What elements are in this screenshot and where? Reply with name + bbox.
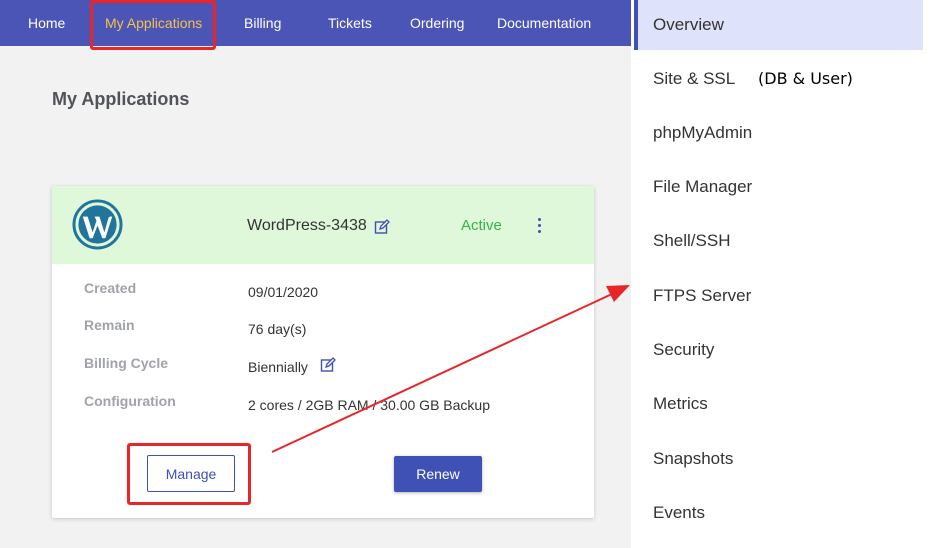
manage-side-menu: Overview Site & SSL phpMyAdmin File Mana… (634, 0, 923, 548)
page-title: My Applications (52, 89, 190, 109)
renew-button[interactable]: Renew (394, 456, 482, 492)
application-card: WordPress-3438 Active Created 09/01/2020… (52, 186, 594, 518)
nav-ordering[interactable]: Ordering (410, 15, 464, 31)
remain-value: 76 day(s) (248, 321, 307, 337)
menu-item-security[interactable]: Security (634, 325, 923, 375)
status-badge: Active (461, 217, 502, 234)
menu-item-metrics[interactable]: Metrics (634, 379, 923, 429)
nav-documentation[interactable]: Documentation (497, 15, 591, 31)
more-options-icon[interactable] (533, 216, 545, 236)
site-ssl-annotation: (DB & User) (758, 69, 853, 88)
menu-item-events[interactable]: Events (634, 488, 923, 538)
remain-label: Remain (84, 317, 135, 333)
manage-highlight-box (127, 443, 251, 505)
menu-item-ftps-server[interactable]: FTPS Server (634, 271, 923, 321)
nav-tickets[interactable]: Tickets (328, 15, 372, 31)
application-card-header: WordPress-3438 Active (52, 186, 594, 264)
nav-billing[interactable]: Billing (244, 15, 281, 31)
created-value: 09/01/2020 (248, 284, 319, 300)
configuration-value: 2 cores / 2GB RAM / 30.00 GB Backup (248, 397, 490, 413)
nav-home[interactable]: Home (28, 15, 65, 31)
billing-cycle-label: Billing Cycle (84, 355, 169, 371)
application-name: WordPress-3438 (247, 217, 367, 234)
menu-item-file-manager[interactable]: File Manager (634, 162, 923, 212)
my-applications-highlight-box (90, 0, 216, 50)
wordpress-logo-icon (72, 199, 123, 250)
created-label: Created (84, 280, 137, 296)
menu-item-snapshots[interactable]: Snapshots (634, 434, 923, 484)
menu-item-overview[interactable]: Overview (634, 0, 923, 50)
applications-pane: Home My Applications Billing Tickets Ord… (0, 0, 631, 548)
menu-item-phpmyadmin[interactable]: phpMyAdmin (634, 108, 923, 158)
menu-item-shell-ssh[interactable]: Shell/SSH (634, 216, 923, 266)
billing-cycle-value: Biennially (248, 359, 308, 375)
edit-name-icon[interactable] (374, 219, 390, 235)
configuration-label: Configuration (84, 393, 176, 409)
edit-billing-icon[interactable] (320, 357, 336, 373)
